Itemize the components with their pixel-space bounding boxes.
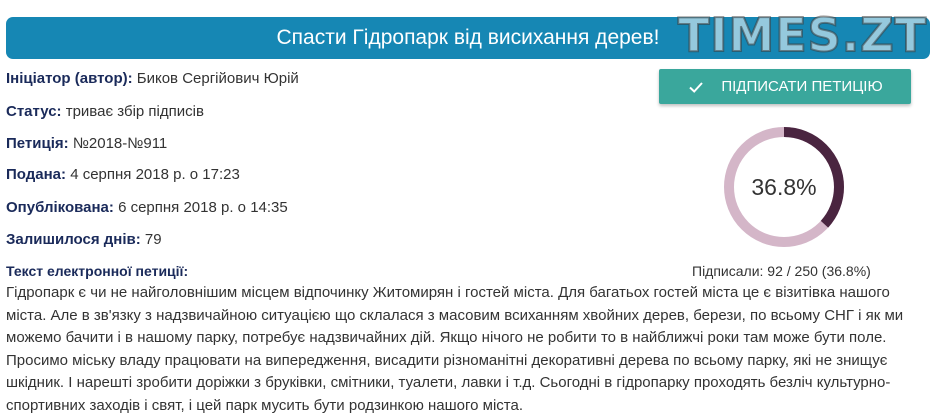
submitted-row: Подана: 4 серпня 2018 р. о 17:23	[6, 166, 240, 183]
days-left-row: Залишилося днів: 79	[6, 231, 162, 248]
petition-number-label: Петиція:	[6, 135, 69, 152]
published-row: Опублікована: 6 серпня 2018 р. о 14:35	[6, 199, 288, 216]
progress-percent: 36.8%	[751, 173, 817, 200]
submitted-value: 4 серпня 2018 р. о 17:23	[70, 166, 240, 183]
check-icon	[689, 81, 704, 93]
published-label: Опублікована:	[6, 199, 114, 216]
days-left-value: 79	[144, 231, 162, 248]
status-value: триває збір підписів	[65, 103, 204, 120]
status-label: Статус:	[6, 103, 62, 120]
site-watermark-logo: TIMES.ZT	[677, 8, 927, 62]
petition-text-heading: Текст електронної петиції:	[6, 263, 189, 279]
days-left-label: Залишилося днів:	[6, 231, 141, 248]
initiator-label: Ініціатор (автор):	[6, 70, 133, 87]
petition-body-text: Гідропарк є чи не найголовнішим місцем в…	[6, 284, 904, 414]
initiator-value: Биков Сергійович Юрій	[136, 70, 299, 87]
petition-number-value: №2018-№911	[72, 135, 168, 152]
initiator-row: Ініціатор (автор): Биков Сергійович Юрій	[6, 70, 299, 87]
page-title: Спасти Гідропарк від висихання дерев!	[276, 26, 660, 49]
submitted-label: Подана:	[6, 166, 67, 183]
status-row: Статус: триває збір підписів	[6, 103, 204, 120]
sign-petition-label: ПІДПИСАТИ ПЕТИЦІЮ	[721, 78, 883, 95]
sign-petition-button[interactable]: ПІДПИСАТИ ПЕТИЦІЮ	[659, 69, 911, 104]
petition-number-row: Петиція: №2018-№911	[6, 135, 167, 152]
signatures-count: Підписали: 92 / 250 (36.8%)	[692, 263, 871, 279]
published-value: 6 серпня 2018 р. о 14:35	[118, 199, 288, 216]
